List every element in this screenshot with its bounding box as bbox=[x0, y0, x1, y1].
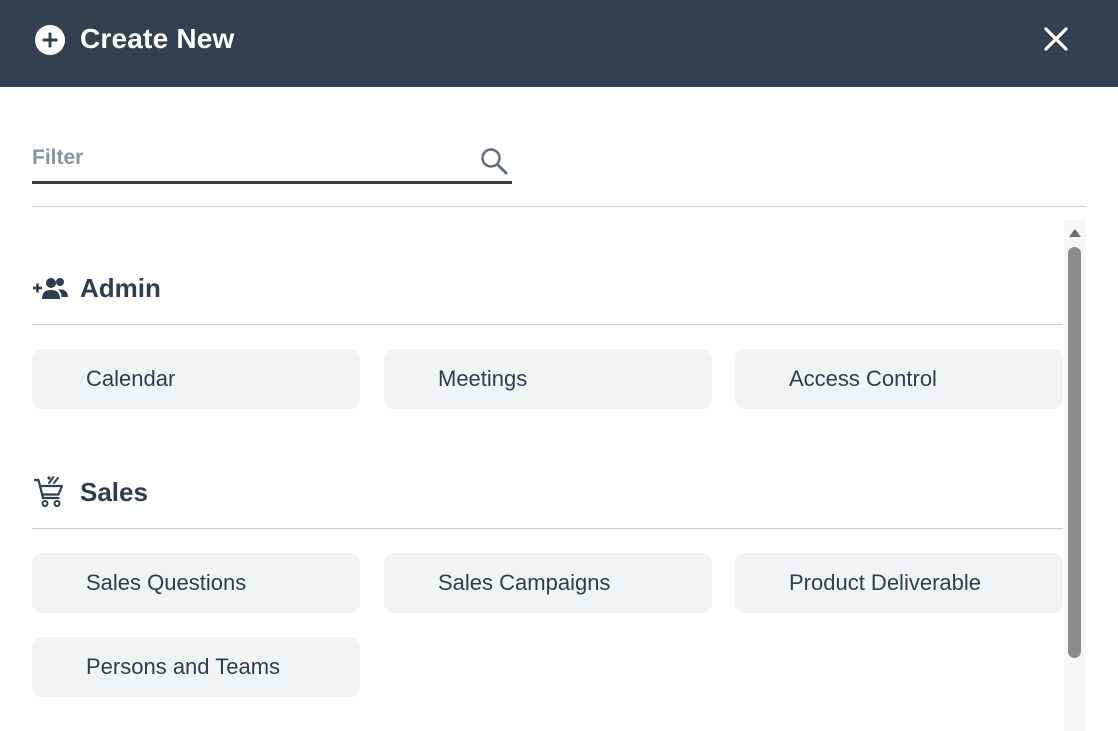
section-admin-divider bbox=[32, 324, 1063, 325]
section-admin-title: Admin bbox=[32, 268, 161, 308]
dialog-title: Create New bbox=[80, 23, 235, 54]
dialog-header: Create New bbox=[0, 0, 1118, 87]
filter-divider bbox=[32, 206, 1086, 207]
filter-input[interactable] bbox=[32, 140, 462, 176]
scroll-up-arrow-icon[interactable] bbox=[1069, 229, 1081, 237]
section-sales-label: Sales bbox=[80, 476, 148, 507]
cart-icon bbox=[32, 474, 70, 510]
scrollbar-thumb[interactable] bbox=[1068, 247, 1081, 658]
tile-product-deliverable[interactable]: Product Deliverable bbox=[735, 553, 1063, 613]
section-admin-label: Admin bbox=[80, 272, 161, 303]
section-sales-divider bbox=[32, 528, 1063, 529]
tile-sales-questions[interactable]: Sales Questions bbox=[32, 553, 360, 613]
close-button[interactable] bbox=[1036, 19, 1076, 59]
close-icon bbox=[1044, 27, 1068, 51]
tile-calendar[interactable]: Calendar bbox=[32, 349, 360, 409]
tile-access-control[interactable]: Access Control bbox=[735, 349, 1063, 409]
search-icon[interactable] bbox=[479, 146, 509, 176]
scrollbar[interactable] bbox=[1064, 220, 1086, 731]
tile-persons-and-teams[interactable]: Persons and Teams bbox=[32, 637, 360, 697]
tile-meetings[interactable]: Meetings bbox=[384, 349, 712, 409]
add-users-icon bbox=[32, 270, 70, 306]
tile-sales-campaigns[interactable]: Sales Campaigns bbox=[384, 553, 712, 613]
options-list: Admin Calendar Meetings Access Control S… bbox=[32, 218, 1064, 731]
filter-field bbox=[32, 136, 512, 184]
section-sales-title: Sales bbox=[32, 472, 148, 512]
plus-circle-icon bbox=[35, 25, 65, 55]
